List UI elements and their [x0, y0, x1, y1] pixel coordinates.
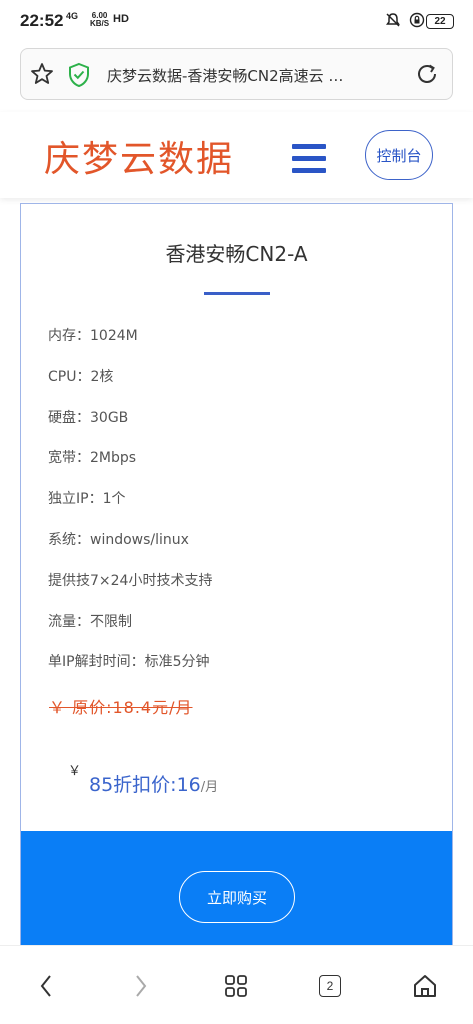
- spec-list: 内存：1024M CPU：2核 硬盘：30GB 宽带：2Mbps 独立IP：1个…: [48, 326, 212, 693]
- product-title: 香港安畅CN2-A: [165, 242, 308, 266]
- product-card: 香港安畅CN2-A 内存：1024M CPU：2核 硬盘：30GB 宽带：2Mb…: [20, 203, 453, 953]
- chevron-left-icon: [40, 975, 51, 997]
- browser-bottom-nav: 2: [0, 945, 473, 1024]
- network-speed: 6.00 KB/S: [90, 12, 109, 28]
- chevron-right-icon: [136, 975, 147, 997]
- spec-bandwidth: 宽带：2Mbps: [48, 450, 137, 467]
- battery-icon: 22: [426, 14, 454, 29]
- spec-cpu: CPU：2核: [48, 368, 114, 385]
- star-icon[interactable]: [29, 61, 55, 87]
- menu-bar: [292, 156, 326, 161]
- apps-grid-button[interactable]: [216, 966, 256, 1006]
- title-divider: [204, 292, 270, 295]
- discount-price-value: 85折扣价:16: [89, 774, 201, 796]
- status-right-icons: [385, 12, 425, 28]
- back-button[interactable]: [26, 966, 66, 1006]
- spec-support: 提供技7×24小时技术支持: [48, 572, 213, 589]
- original-price: ￥ 原价:18.4元/月: [49, 698, 193, 717]
- page-title-in-address-bar[interactable]: 庆梦云数据-香港安畅CN2高速云 …: [107, 65, 397, 86]
- battery-level: 22: [434, 16, 446, 27]
- buy-band: 立即购买: [21, 831, 452, 953]
- spec-unblock-time: 单IP解封时间：标准5分钟: [48, 654, 210, 671]
- tabs-button[interactable]: 2: [310, 966, 350, 1006]
- grid-icon: [225, 975, 247, 997]
- site-logo[interactable]: 庆梦云数据: [44, 130, 234, 182]
- spec-ip: 独立IP：1个: [48, 491, 126, 508]
- tab-count: 2: [319, 975, 341, 997]
- console-button[interactable]: 控制台: [365, 130, 433, 180]
- spec-disk: 硬盘：30GB: [48, 409, 129, 426]
- secure-shield-icon[interactable]: [67, 62, 91, 88]
- home-button[interactable]: [405, 966, 445, 1006]
- status-bar: 22:52 4G 6.00 KB/S HD 22: [0, 0, 473, 40]
- forward-button[interactable]: [121, 966, 161, 1006]
- spec-os: 系统：windows/linux: [48, 531, 189, 548]
- network-speed-unit: KB/S: [90, 19, 110, 28]
- discount-price-unit: /月: [200, 780, 219, 795]
- network-indicator: 4G: [66, 11, 79, 21]
- spec-memory: 内存：1024M: [48, 328, 138, 344]
- discount-price: 85折扣价:16/月: [89, 770, 218, 797]
- site-header: 庆梦云数据 控制台: [0, 112, 473, 198]
- menu-bar: [292, 144, 326, 149]
- spec-traffic: 流量：不限制: [48, 613, 132, 630]
- home-icon: [414, 975, 436, 997]
- currency-symbol: ￥: [68, 764, 82, 779]
- reload-icon[interactable]: [414, 61, 440, 87]
- menu-bar: [292, 168, 326, 173]
- address-bar[interactable]: 庆梦云数据-香港安畅CN2高速云 …: [20, 48, 453, 100]
- mute-bell-icon: [386, 13, 400, 27]
- hd-indicator: HD: [113, 13, 129, 25]
- buy-now-button[interactable]: 立即购买: [179, 871, 295, 923]
- lock-rotation-icon: [409, 12, 425, 28]
- status-time: 22:52: [20, 11, 64, 30]
- hamburger-menu-icon[interactable]: [292, 144, 326, 174]
